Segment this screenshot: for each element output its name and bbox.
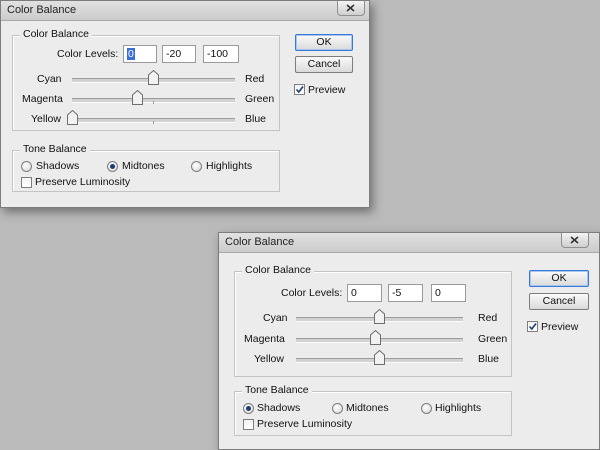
color-balance-dialog: Color Balance Color Balance Color Levels…	[0, 0, 370, 208]
slider-thumb[interactable]	[66, 110, 78, 125]
slider-label-cyan: Cyan	[263, 312, 288, 324]
ok-button[interactable]: OK	[529, 270, 589, 287]
color-levels-label: Color Levels:	[281, 287, 343, 299]
level-field-cyan-red[interactable]: 0	[123, 45, 157, 63]
tone-balance-group: Tone Balance Shadows Midtones Highlights…	[234, 384, 512, 436]
highlights-label[interactable]: Highlights	[206, 160, 252, 172]
magenta-green-slider[interactable]	[296, 330, 463, 345]
shadows-label[interactable]: Shadows	[257, 402, 300, 414]
cancel-button[interactable]: Cancel	[529, 293, 589, 310]
title-bar[interactable]: Color Balance	[1, 1, 369, 21]
slider-label-red: Red	[245, 73, 265, 85]
preserve-luminosity-checkbox[interactable]	[21, 177, 32, 188]
slider-label-cyan: Cyan	[37, 73, 62, 85]
slider-label-red: Red	[478, 312, 498, 324]
color-levels-label: Color Levels:	[57, 48, 119, 60]
shadows-radio[interactable]	[21, 161, 32, 172]
magenta-green-slider[interactable]	[72, 90, 235, 105]
radio-selected-dot	[110, 164, 115, 169]
slider-label-blue: Blue	[245, 113, 267, 125]
slider-label-yellow: Yellow	[31, 113, 61, 125]
preview-checkbox[interactable]	[294, 84, 305, 95]
color-balance-dialog: Color Balance Color Balance Color Levels…	[218, 232, 600, 450]
slider-thumb[interactable]	[374, 309, 385, 324]
level-value-magenta-green: -20	[166, 48, 182, 60]
cyan-red-slider[interactable]	[296, 309, 463, 324]
center-tick	[153, 121, 154, 124]
shadows-radio[interactable]	[243, 403, 254, 414]
shadows-label[interactable]: Shadows	[36, 160, 79, 172]
slider-thumb[interactable]	[369, 330, 381, 345]
cyan-red-slider[interactable]	[72, 70, 235, 85]
dialog-title: Color Balance	[225, 236, 295, 248]
preview-label[interactable]: Preview	[541, 321, 578, 333]
tone-balance-group: Tone Balance Shadows Midtones Highlights…	[12, 143, 280, 192]
color-balance-group: Color Balance Color Levels: 0 -5 0 Cyan …	[234, 264, 512, 377]
checkmark-icon	[528, 323, 537, 331]
level-value-yellow-blue: 0	[435, 287, 441, 299]
close-button[interactable]	[337, 1, 365, 16]
slider-thumb[interactable]	[374, 350, 385, 365]
close-button[interactable]	[561, 233, 589, 248]
highlights-radio[interactable]	[191, 161, 202, 172]
slider-thumb[interactable]	[131, 90, 143, 105]
midtones-label[interactable]: Midtones	[346, 402, 389, 414]
level-field-yellow-blue[interactable]: 0	[431, 284, 466, 302]
slider-label-green: Green	[245, 93, 275, 105]
preview-label[interactable]: Preview	[308, 84, 345, 96]
slider-label-blue: Blue	[478, 353, 500, 365]
color-balance-group: Color Balance Color Levels: 0 -20 -100 C…	[12, 28, 280, 131]
yellow-blue-slider[interactable]	[296, 350, 463, 365]
center-tick	[153, 101, 154, 104]
close-icon	[570, 236, 579, 244]
preview-checkbox[interactable]	[527, 321, 538, 332]
dialog-title: Color Balance	[7, 4, 77, 16]
slider-label-yellow: Yellow	[254, 353, 284, 365]
level-field-yellow-blue[interactable]: -100	[203, 45, 239, 63]
slider-label-magenta: Magenta	[22, 93, 63, 105]
slider-label-magenta: Magenta	[244, 333, 285, 345]
level-field-cyan-red[interactable]: 0	[347, 284, 382, 302]
highlights-label[interactable]: Highlights	[435, 402, 481, 414]
level-field-magenta-green[interactable]: -5	[388, 284, 423, 302]
checkmark-icon	[295, 86, 304, 94]
radio-selected-dot	[246, 406, 251, 411]
slider-label-green: Green	[478, 333, 508, 345]
midtones-radio[interactable]	[332, 403, 343, 414]
group-legend: Tone Balance	[20, 143, 90, 155]
midtones-radio[interactable]	[107, 161, 118, 172]
group-legend: Color Balance	[20, 28, 92, 40]
preserve-luminosity-label[interactable]: Preserve Luminosity	[35, 176, 130, 188]
level-value-yellow-blue: -100	[207, 48, 229, 60]
level-value-magenta-green: -5	[392, 287, 402, 299]
highlights-radio[interactable]	[421, 403, 432, 414]
ok-button[interactable]: OK	[295, 34, 353, 51]
level-field-magenta-green[interactable]: -20	[162, 45, 196, 63]
slider-thumb[interactable]	[148, 70, 159, 85]
preserve-luminosity-label[interactable]: Preserve Luminosity	[257, 418, 352, 430]
title-bar[interactable]: Color Balance	[219, 233, 599, 253]
group-legend: Tone Balance	[242, 384, 312, 396]
midtones-label[interactable]: Midtones	[122, 160, 165, 172]
cancel-button[interactable]: Cancel	[295, 56, 353, 73]
yellow-blue-slider[interactable]	[66, 110, 235, 125]
preserve-luminosity-checkbox[interactable]	[243, 419, 254, 430]
group-legend: Color Balance	[242, 264, 314, 276]
level-value-cyan-red: 0	[127, 48, 135, 60]
level-value-cyan-red: 0	[351, 287, 357, 299]
close-icon	[346, 4, 355, 12]
